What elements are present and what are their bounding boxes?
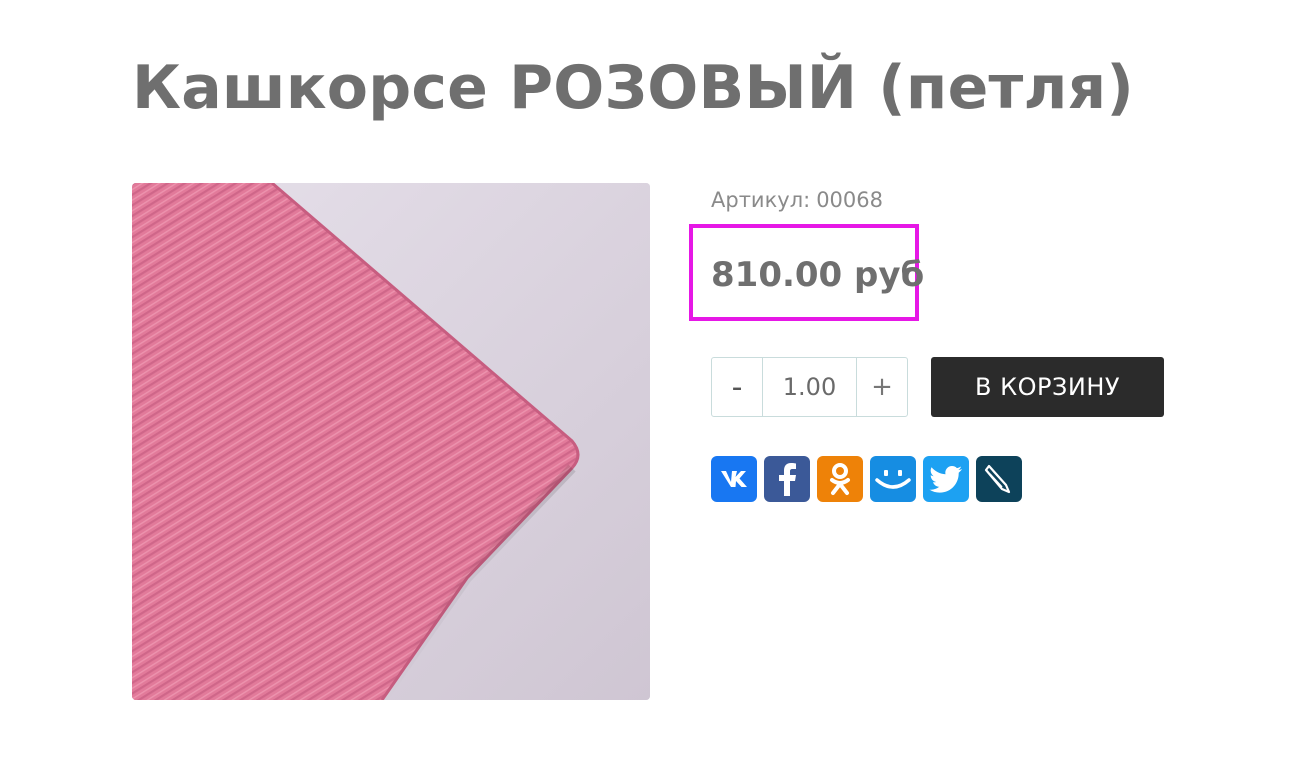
share-odnoklassniki-button[interactable]	[817, 456, 863, 502]
moimir-icon	[875, 470, 911, 489]
share-facebook-button[interactable]	[764, 456, 810, 502]
share-buttons	[711, 456, 1022, 502]
twitter-icon	[929, 466, 962, 493]
share-vk-button[interactable]	[711, 456, 757, 502]
sku-label: Артикул:	[711, 188, 811, 212]
product-title: Кашкорсе РОЗОВЫЙ (петля)	[132, 53, 1134, 123]
livejournal-icon	[984, 464, 1011, 494]
facebook-icon	[779, 463, 796, 496]
sku: Артикул: 00068	[711, 186, 883, 214]
fabric-photo	[132, 183, 650, 700]
share-livejournal-button[interactable]	[976, 456, 1022, 502]
odnoklassniki-icon	[830, 463, 850, 495]
quantity-increase-button[interactable]: +	[856, 358, 907, 416]
product-image[interactable]	[132, 183, 650, 700]
add-to-cart-button[interactable]: В КОРЗИНУ	[931, 357, 1164, 417]
price: 810.00 руб	[711, 255, 925, 295]
quantity-input[interactable]	[763, 358, 856, 416]
quantity-decrease-button[interactable]: -	[712, 358, 763, 416]
quantity-stepper: - +	[711, 357, 908, 417]
share-twitter-button[interactable]	[923, 456, 969, 502]
sku-value: 00068	[816, 188, 883, 212]
vk-icon	[721, 471, 747, 487]
share-moimir-button[interactable]	[870, 456, 916, 502]
